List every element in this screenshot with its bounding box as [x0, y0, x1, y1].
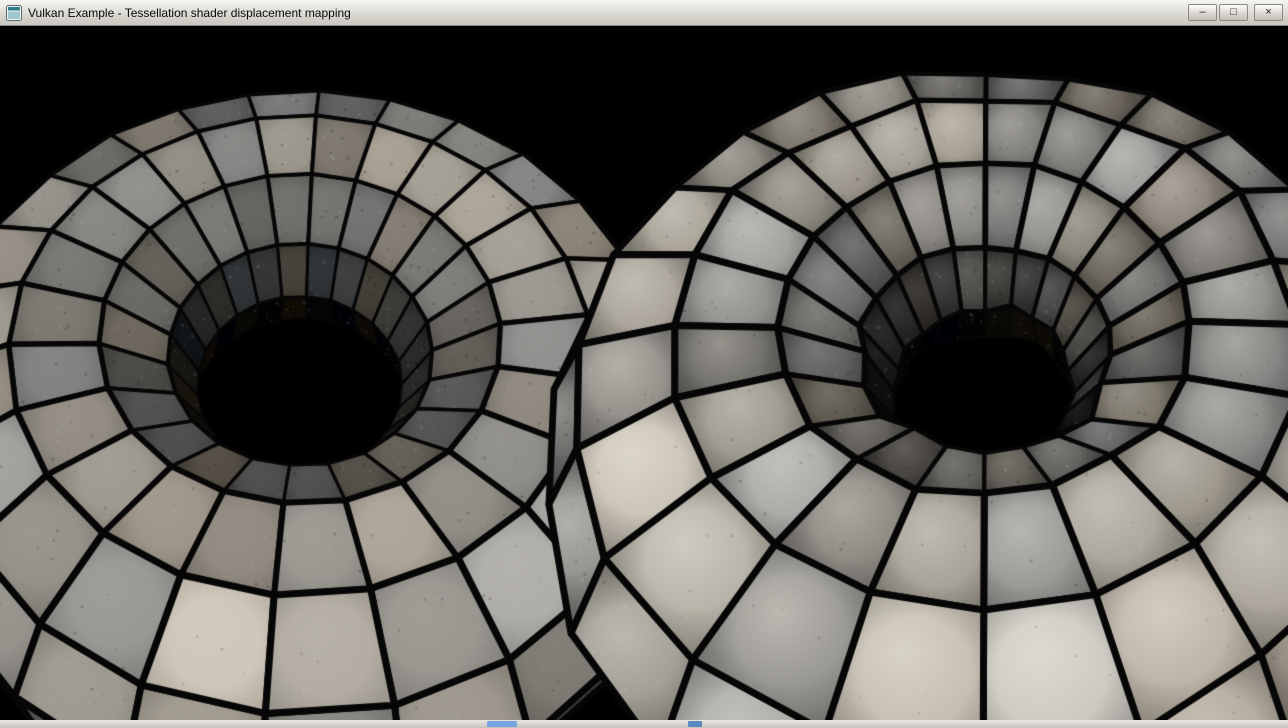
bottom-accent [487, 721, 517, 727]
render-viewport [0, 26, 1288, 720]
bottom-accent [688, 721, 702, 727]
render-canvas[interactable] [0, 26, 1288, 720]
close-button[interactable]: × [1254, 4, 1283, 21]
maximize-icon: □ [1230, 6, 1237, 18]
title-bar[interactable]: Vulkan Example - Tessellation shader dis… [0, 0, 1288, 26]
minimize-button[interactable]: – [1188, 4, 1217, 21]
minimize-icon: – [1199, 6, 1205, 18]
app-window: Vulkan Example - Tessellation shader dis… [0, 0, 1288, 728]
close-icon: × [1265, 6, 1271, 18]
window-controls: – □ × [1188, 4, 1283, 21]
maximize-button[interactable]: □ [1219, 4, 1248, 21]
app-icon [6, 5, 22, 21]
window-bottom-border [0, 720, 1288, 728]
window-title: Vulkan Example - Tessellation shader dis… [28, 6, 351, 20]
